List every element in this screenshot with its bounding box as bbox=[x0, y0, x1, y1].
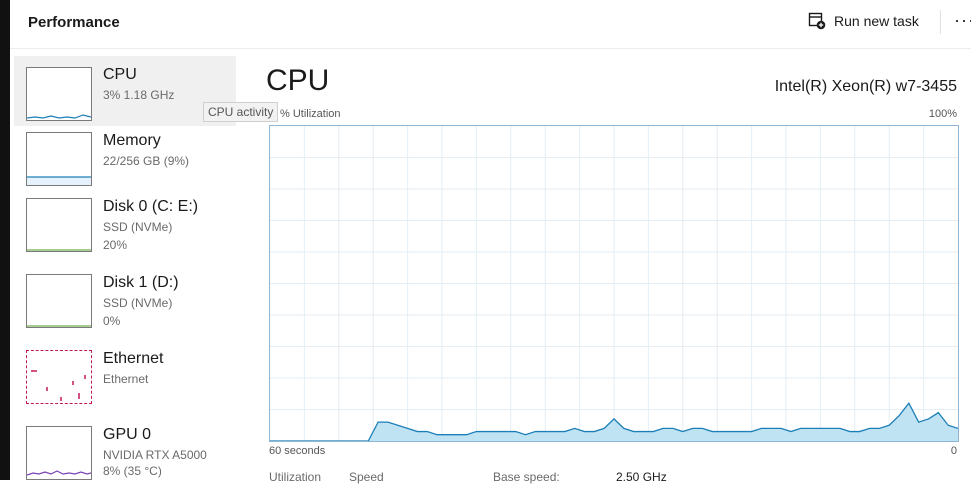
page-title: Performance bbox=[28, 14, 120, 31]
sidebar-item-detail: NVIDIA RTX A5000 bbox=[103, 448, 207, 462]
sidebar-item-memory[interactable]: Memory 22/256 GB (9%) bbox=[14, 128, 236, 198]
utilization-axis-label: % Utilization bbox=[280, 108, 341, 120]
sidebar-item-label: Ethernet bbox=[103, 350, 164, 367]
utilization-stat-label: Utilization bbox=[269, 470, 322, 484]
more-options-icon[interactable]: ··· bbox=[954, 10, 971, 31]
sidebar-item-label: Disk 0 (C: E:) bbox=[103, 198, 199, 215]
sidebar-item-label: Disk 1 (D:) bbox=[103, 274, 179, 291]
time-axis-end: 0 bbox=[950, 445, 957, 457]
memory-thumbnail-graph bbox=[26, 132, 92, 186]
sidebar-item-label: Memory bbox=[103, 132, 161, 149]
sidebar-item-detail: SSD (NVMe) bbox=[103, 296, 173, 310]
sidebar-item-label: CPU bbox=[103, 66, 137, 83]
header-divider bbox=[940, 10, 941, 34]
run-new-task-button[interactable]: Run new task bbox=[808, 8, 919, 34]
sidebar-item-ethernet[interactable]: Ethernet Ethernet bbox=[14, 350, 236, 420]
sidebar-item-usage: 8% (35 °C) bbox=[103, 464, 162, 478]
run-task-icon bbox=[808, 12, 826, 30]
sidebar-item-usage: 20% bbox=[103, 238, 128, 252]
run-new-task-label: Run new task bbox=[834, 13, 919, 29]
sidebar-item-gpu-0[interactable]: GPU 0 NVIDIA RTX A5000 8% (35 °C) bbox=[14, 426, 236, 496]
sidebar-item-disk-0[interactable]: Disk 0 (C: E:) SSD (NVMe) 20% bbox=[14, 198, 236, 268]
cpu-utilization-graph bbox=[269, 125, 959, 442]
gpu-0-thumbnail-graph bbox=[26, 426, 92, 480]
disk-1-thumbnail-graph bbox=[26, 274, 92, 328]
cpu-graph-canvas bbox=[270, 126, 958, 441]
utilization-max-label: 100% bbox=[928, 108, 957, 120]
sidebar-item-usage: 0% bbox=[103, 314, 121, 328]
ethernet-thumbnail-graph bbox=[26, 350, 92, 404]
header-bar: Performance Run new task ··· bbox=[10, 0, 971, 49]
base-speed-label: Base speed: bbox=[493, 470, 560, 484]
speed-stat-label: Speed bbox=[349, 470, 384, 484]
cpu-model-name: Intel(R) Xeon(R) w7-3455 bbox=[774, 78, 957, 95]
disk-0-thumbnail-graph bbox=[26, 198, 92, 252]
base-speed-value: 2.50 GHz bbox=[616, 470, 667, 484]
sidebar-item-detail: Ethernet bbox=[103, 372, 149, 386]
sidebar-item-detail: SSD (NVMe) bbox=[103, 220, 173, 234]
time-axis-start: 60 seconds bbox=[269, 445, 326, 457]
cpu-heading: CPU bbox=[266, 64, 330, 97]
sidebar-item-detail: 22/256 GB (9%) bbox=[103, 154, 190, 168]
sidebar-item-label: GPU 0 bbox=[103, 426, 152, 443]
cpu-activity-tooltip: CPU activity bbox=[203, 102, 279, 122]
sidebar-item-disk-1[interactable]: Disk 1 (D:) SSD (NVMe) 0% bbox=[14, 274, 236, 344]
sidebar-item-detail: 3% 1.18 GHz bbox=[103, 88, 175, 102]
cpu-thumbnail-graph bbox=[26, 67, 92, 121]
window-edge bbox=[0, 0, 10, 480]
